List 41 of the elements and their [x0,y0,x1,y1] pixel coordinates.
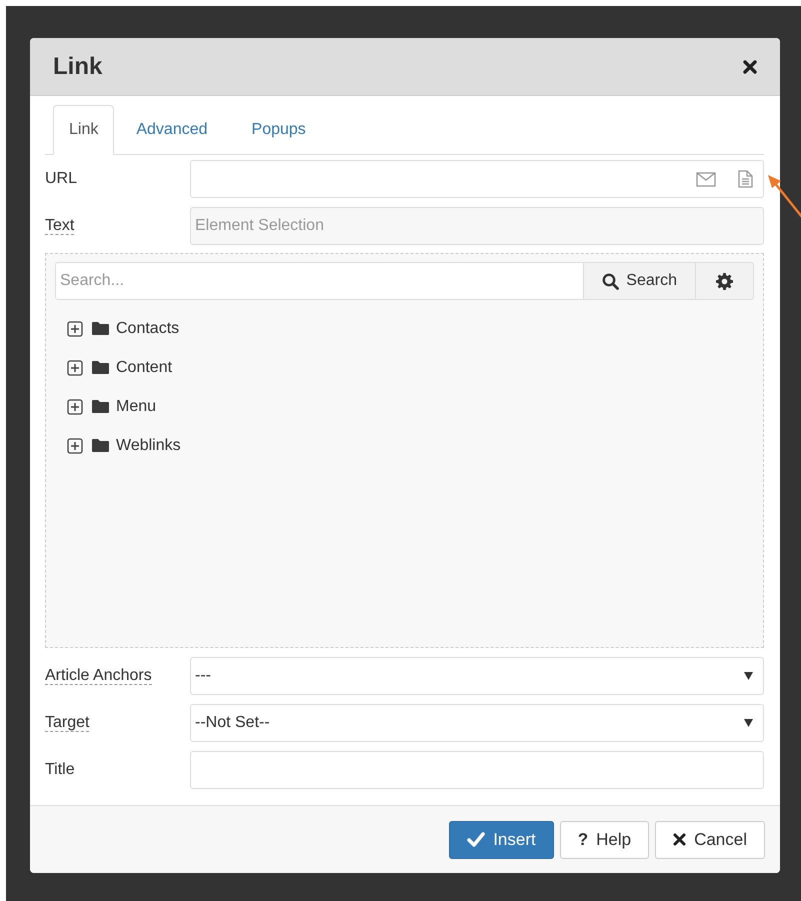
tree-item[interactable]: Contacts [116,320,180,338]
field-label: URL [45,170,78,187]
folder-icon [91,438,110,453]
insert-button[interactable]: Insert [449,820,554,858]
folder-icon [91,360,110,375]
dropdown[interactable]: --- [190,657,764,695]
field-label: Title [45,761,75,778]
help-button[interactable]: ? Help [560,820,650,858]
document-icon[interactable] [738,170,753,188]
tree-item[interactable]: Menu [116,398,156,416]
check-icon [467,832,486,847]
tree-item[interactable]: Content [116,358,172,376]
field-label: Article Anchors [45,667,152,685]
search-field[interactable]: Search... [55,262,584,300]
field-label: Text [45,217,74,235]
close-icon[interactable] [742,58,758,74]
url-field[interactable] [190,160,764,198]
folder-icon [91,399,110,414]
tab[interactable]: Advanced [114,105,230,155]
dropdown[interactable]: --Not Set-- [190,704,764,742]
cancel-icon [673,833,686,846]
settings-button[interactable] [696,262,754,300]
mail-icon[interactable] [696,172,716,186]
settings-icon [716,272,733,290]
cancel-button[interactable]: Cancel [655,820,765,858]
expand-icon[interactable] [67,398,83,414]
search-button[interactable]: Search [584,262,696,300]
field-label: Target [45,714,90,732]
help-icon: ? [578,830,588,850]
caret-icon [744,672,753,680]
caret-icon [744,719,753,727]
tab[interactable]: Link [53,105,114,155]
expand-icon[interactable] [67,360,83,376]
tree-item[interactable]: Weblinks [116,436,181,454]
dialog-title: Link [53,52,102,80]
expand-icon[interactable] [67,320,83,336]
folder-icon [91,321,110,336]
input-field[interactable] [190,751,764,789]
search-icon [602,272,620,290]
expand-icon[interactable] [67,438,83,454]
tab[interactable]: Popups [230,105,328,155]
